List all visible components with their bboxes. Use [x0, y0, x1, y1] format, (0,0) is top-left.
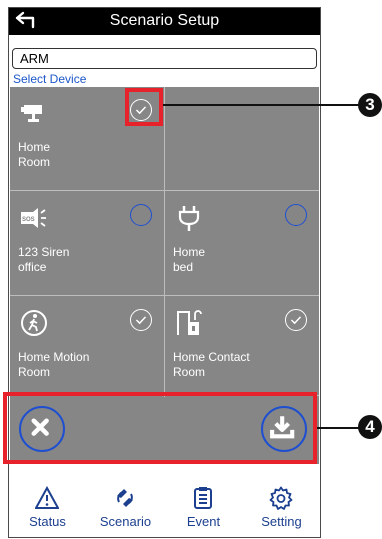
plug-icon [178, 206, 200, 231]
checkmark-icon [135, 316, 147, 325]
device-location: Room [18, 155, 51, 169]
device-location: office [18, 260, 47, 274]
tab-setting[interactable]: Setting [243, 478, 320, 537]
gear-icon [269, 486, 293, 510]
device-name: Home Motion [18, 350, 90, 364]
device-tile-contact[interactable]: Home Contact Room [165, 297, 319, 397]
device-tile-siren[interactable]: SOS 123 Siren office [10, 192, 164, 292]
siren-icon: SOS [21, 208, 46, 228]
highlight-box-checkbox [125, 88, 163, 126]
device-tile-empty [165, 87, 319, 187]
callout-badge-4: 4 [358, 415, 382, 439]
checkmark-icon [290, 316, 302, 325]
select-device-label: Select Device [13, 72, 87, 86]
callout-line [317, 427, 362, 429]
device-tile-plug[interactable]: Home bed [165, 192, 319, 292]
motion-sensor-icon [21, 310, 47, 336]
grid-divider [10, 190, 319, 191]
device-name: Home [18, 140, 51, 154]
device-location: bed [173, 260, 194, 274]
device-name: Home Contact [173, 350, 250, 364]
door-contact-icon [177, 310, 202, 335]
grid-divider [10, 295, 319, 296]
tab-label: Setting [261, 514, 302, 529]
device-checkbox-unchecked[interactable] [285, 204, 307, 226]
device-location: Room [18, 365, 51, 379]
tab-label: Event [186, 514, 221, 529]
tab-status[interactable]: Status [9, 478, 86, 537]
scenario-icon [117, 489, 133, 507]
tab-label: Scenario [99, 514, 152, 529]
device-grid: Home Room SOS 123 Siren office Home bed … [10, 87, 319, 397]
tab-scenario[interactable]: Scenario [87, 478, 164, 537]
tab-event[interactable]: Event [165, 478, 242, 537]
highlight-box-actions [3, 392, 317, 464]
device-checkbox-checked[interactable] [130, 309, 152, 331]
device-name: Home [173, 245, 206, 259]
tab-label: Status [29, 514, 66, 529]
title-bar: Scenario Setup [9, 8, 320, 35]
bottom-tab-bar: Status Scenario Event Setting [9, 478, 320, 537]
callout-badge-3: 3 [358, 93, 382, 117]
page-title: Scenario Setup [109, 12, 220, 29]
scenario-name-input[interactable]: ARM [12, 48, 317, 69]
device-location: Room [173, 365, 206, 379]
device-name: 123 Siren [18, 245, 70, 259]
camera-icon [21, 105, 42, 122]
warning-triangle-icon [35, 486, 59, 509]
device-checkbox-checked[interactable] [285, 309, 307, 331]
callout-line [163, 104, 363, 106]
grid-divider [164, 87, 165, 397]
event-list-icon [194, 487, 212, 509]
device-tile-motion[interactable]: Home Motion Room [10, 297, 164, 397]
device-checkbox-unchecked[interactable] [130, 204, 152, 226]
svg-text:SOS: SOS [22, 217, 35, 223]
